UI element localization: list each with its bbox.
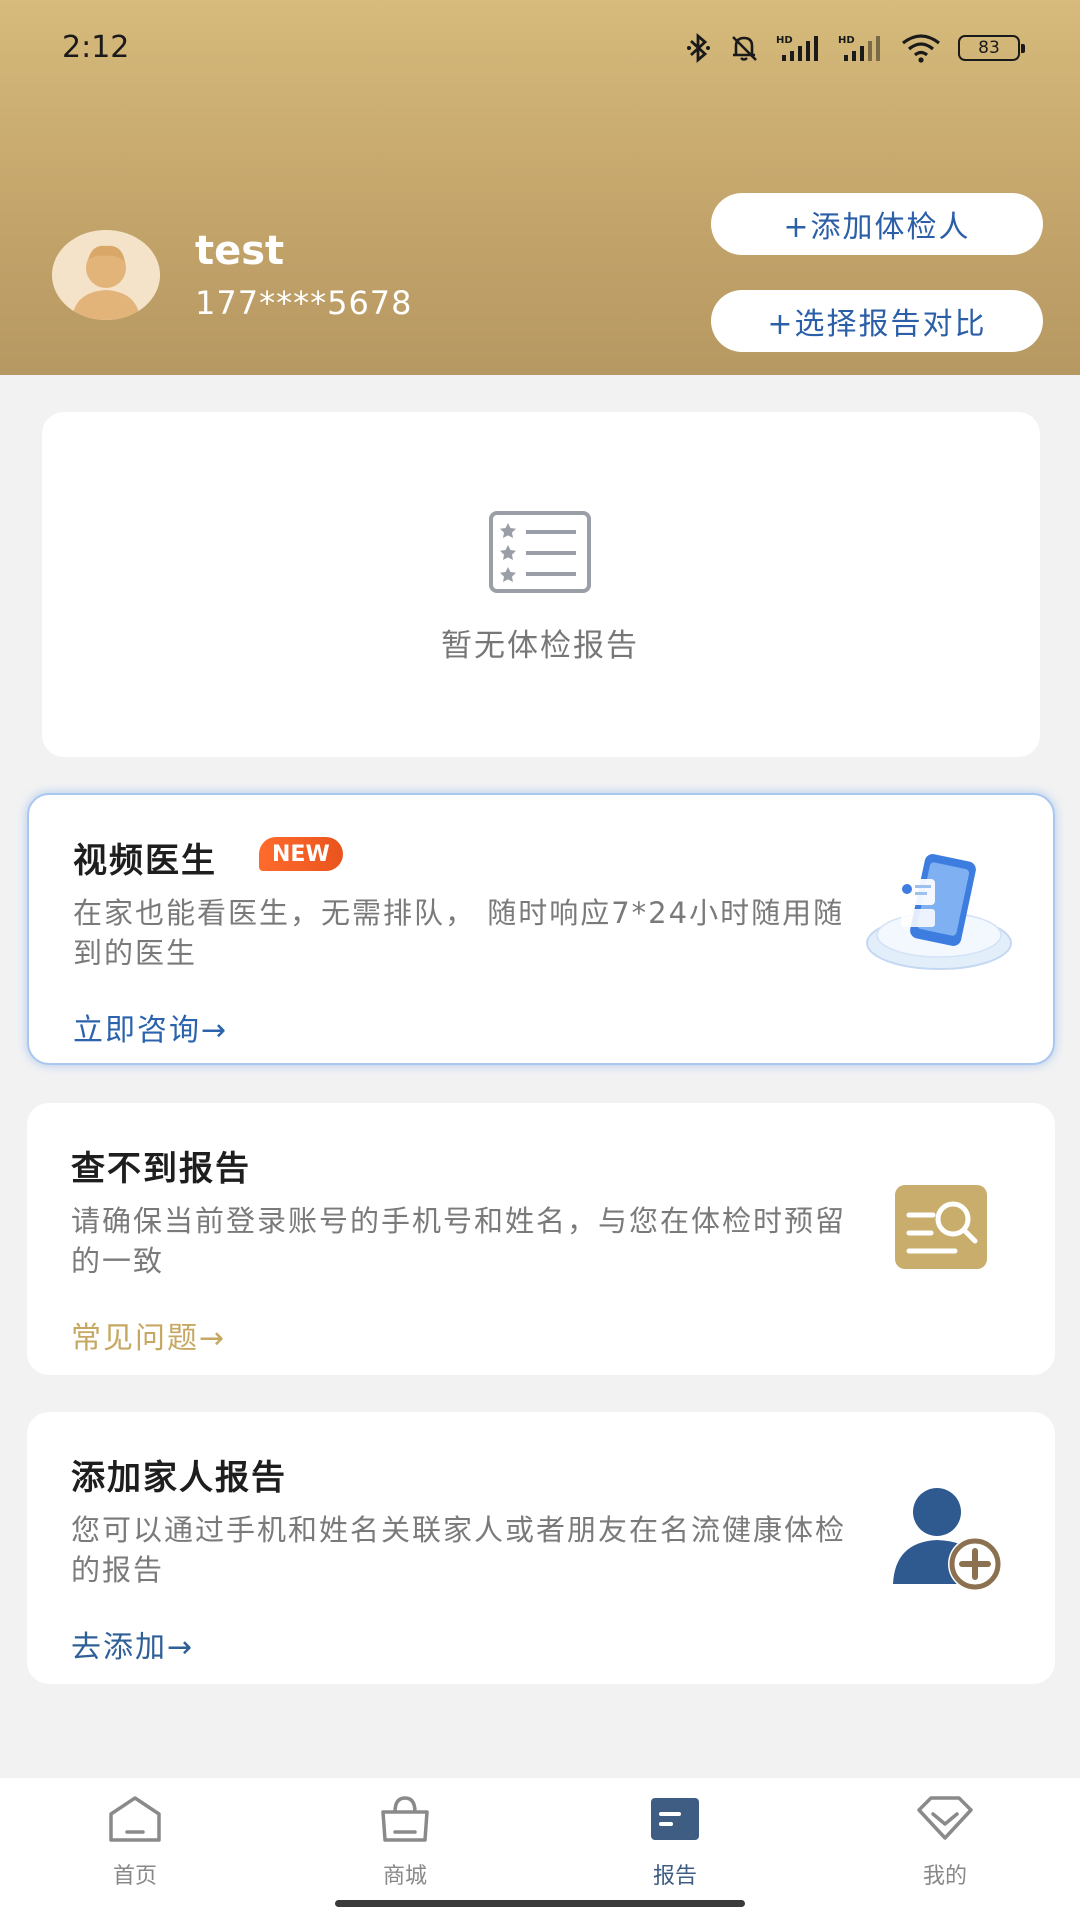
tab-label: 商城: [382, 1864, 427, 1889]
diamond-icon: [915, 1794, 975, 1848]
consult-now-link[interactable]: 立即咨询→: [73, 1005, 228, 1049]
family-report-card[interactable]: 添加家人报告 您可以通过手机和姓名关联家人或者朋友在名流健康体检的报告 去添加→: [27, 1412, 1055, 1684]
report-icon: [645, 1794, 705, 1848]
svg-text:HD: HD: [838, 35, 855, 46]
new-badge: NEW: [259, 837, 343, 871]
bottom-tab-bar: 首页 商城 报告 我的: [0, 1778, 1080, 1920]
tab-label: 我的: [922, 1864, 967, 1889]
status-time: 2:12: [62, 30, 130, 65]
battery-icon: 83: [958, 35, 1025, 61]
battery-level: 83: [978, 38, 1000, 58]
empty-report-text: 暂无体检报告: [441, 628, 639, 664]
card-description: 在家也能看医生，无需排队， 随时响应7*24小时随用随到的医生: [73, 896, 845, 970]
mute-icon: [728, 32, 760, 64]
avatar[interactable]: [52, 230, 160, 320]
phone-consult-illustration: [857, 843, 1027, 977]
tab-mall[interactable]: 商城: [270, 1778, 540, 1898]
tab-label: 首页: [112, 1864, 157, 1889]
wifi-icon: [900, 33, 942, 63]
user-phone: 177****5678: [195, 284, 413, 322]
card-title: 添加家人报告: [71, 1458, 287, 1498]
report-lookup-card[interactable]: 查不到报告 请确保当前登录账号的手机号和姓名，与您在体检时预留的一致 常见问题→: [27, 1103, 1055, 1375]
svg-text:HD: HD: [776, 35, 793, 46]
add-examinee-button[interactable]: +添加体检人: [711, 193, 1043, 255]
shopping-bag-icon: [375, 1794, 435, 1848]
card-description: 您可以通过手机和姓名关联家人或者朋友在名流健康体检的报告: [71, 1513, 847, 1587]
status-bar: 2:12 HD HD 83: [0, 0, 1080, 100]
card-title: 视频医生: [73, 841, 217, 881]
go-add-link[interactable]: 去添加→: [71, 1622, 194, 1666]
tab-home[interactable]: 首页: [0, 1778, 270, 1898]
tab-report[interactable]: 报告: [540, 1778, 810, 1898]
status-icons: HD HD 83: [686, 32, 1025, 64]
bluetooth-icon: [686, 32, 712, 64]
video-doctor-card[interactable]: 视频医生 NEW 在家也能看医生，无需排队， 随时响应7*24小时随用随到的医生…: [27, 793, 1055, 1065]
tab-mine[interactable]: 我的: [810, 1778, 1080, 1898]
hd-signal-icon: HD: [776, 33, 822, 63]
card-title: 查不到报告: [71, 1149, 251, 1189]
faq-link[interactable]: 常见问题→: [71, 1313, 226, 1357]
report-list-icon: [488, 510, 592, 598]
add-user-icon: [885, 1484, 1005, 1598]
hd-signal-icon: HD: [838, 33, 884, 63]
card-description: 请确保当前登录账号的手机号和姓名，与您在体检时预留的一致: [71, 1204, 847, 1278]
home-indicator: [335, 1900, 745, 1907]
compare-reports-button[interactable]: +选择报告对比: [711, 290, 1043, 352]
user-name: test: [195, 228, 285, 274]
search-document-icon: [895, 1185, 987, 1273]
home-icon: [105, 1794, 165, 1848]
tab-label: 报告: [652, 1864, 697, 1889]
